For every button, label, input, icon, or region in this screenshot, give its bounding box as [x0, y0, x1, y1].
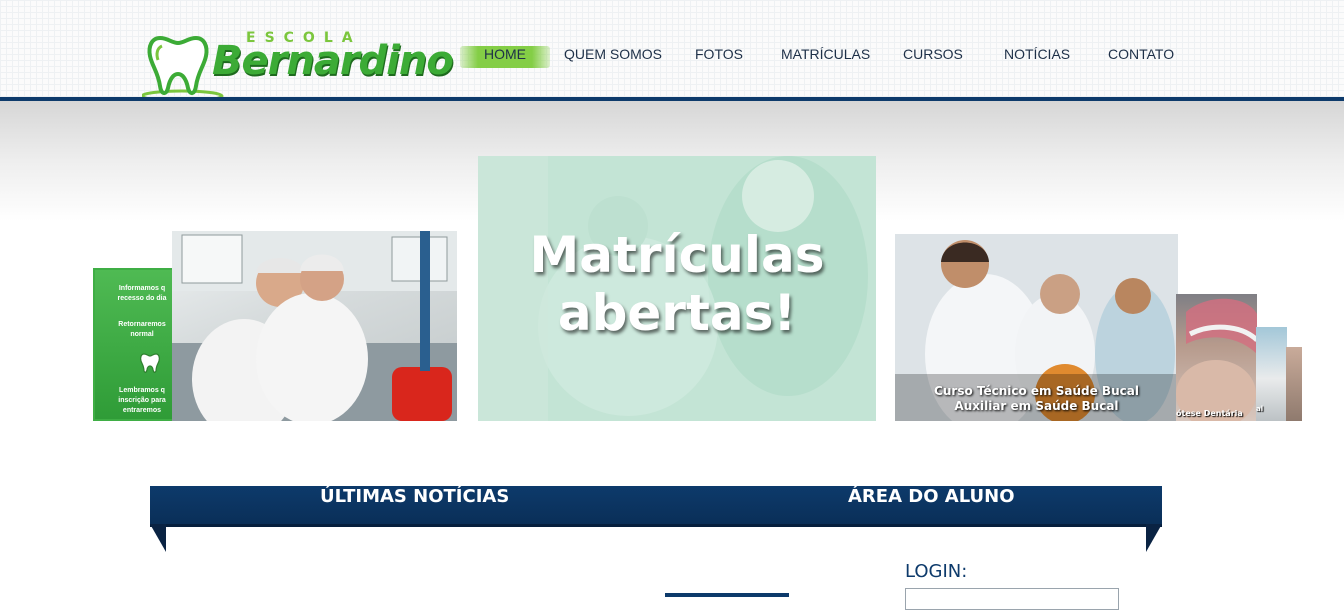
nav-home[interactable]: HOME — [460, 46, 550, 68]
featured-title-line2: abertas! — [557, 284, 797, 342]
slide-small-photo[interactable]: al — [1256, 327, 1287, 421]
notice-line: recesso do dia — [117, 295, 167, 302]
nav-noticias[interactable]: NOTÍCIAS — [1004, 46, 1070, 68]
slide-prosthesis-photo[interactable]: ótese Dentária — [1176, 294, 1257, 421]
tooth-icon — [140, 353, 160, 373]
logo-name-text: Bernardino — [212, 38, 454, 84]
notice-line: Informamos q — [118, 285, 166, 292]
nav-contato[interactable]: CONTATO — [1108, 46, 1174, 68]
slide-lab-photo[interactable] — [172, 231, 457, 421]
notice-line: Lembramos q — [119, 387, 165, 394]
notice-line: Retornaremos — [118, 321, 166, 328]
login-input[interactable] — [905, 588, 1119, 610]
notice-line: normal — [130, 331, 154, 338]
slide-small-photo-2[interactable] — [1286, 347, 1302, 421]
notice-line: entraremos — [122, 407, 162, 414]
site-header: ESCOLA Bernardino HOME QUEM SOMOS FOTOS … — [0, 0, 1344, 103]
small-caption: al — [1256, 405, 1264, 413]
section-header-bar: ÚLTIMAS NOTÍCIAS ÁREA DO ALUNO — [150, 486, 1162, 527]
lab-photo-image — [172, 231, 457, 421]
news-section-title: ÚLTIMAS NOTÍCIAS — [320, 486, 510, 507]
prosthesis-photo-image — [1176, 298, 1257, 421]
nav-fotos[interactable]: FOTOS — [695, 46, 743, 68]
site-logo[interactable]: ESCOLA Bernardino — [140, 28, 460, 104]
slide-featured-matriculas[interactable]: Matrículas abertas! — [478, 156, 876, 421]
image-carousel: Informamos q recesso do dia Retornaremos… — [0, 101, 1344, 451]
notice-line: inscrição para — [118, 397, 166, 404]
slide-clinic-photo[interactable]: Curso Técnico em Saúde Bucal Auxiliar em… — [895, 234, 1178, 421]
featured-title-line1: Matrículas — [529, 226, 825, 284]
student-area-title: ÁREA DO ALUNO — [848, 486, 1015, 507]
nav-cursos[interactable]: CURSOS — [903, 46, 963, 68]
nav-quem-somos[interactable]: QUEM SOMOS — [564, 46, 662, 68]
featured-title: Matrículas abertas! — [478, 226, 876, 342]
login-label: LOGIN: — [905, 561, 968, 582]
prosthesis-caption: ótese Dentária — [1176, 409, 1243, 418]
nav-matriculas[interactable]: MATRÍCULAS — [781, 46, 870, 68]
clinic-caption-line2: Auxiliar em Saúde Bucal — [954, 399, 1119, 413]
ribbon-fold-left — [150, 524, 166, 552]
news-tab-indicator — [665, 593, 789, 597]
ribbon-fold-right — [1146, 524, 1162, 552]
slide-notice[interactable]: Informamos q recesso do dia Retornaremos… — [93, 268, 183, 421]
clinic-caption-line1: Curso Técnico em Saúde Bucal — [934, 384, 1139, 398]
